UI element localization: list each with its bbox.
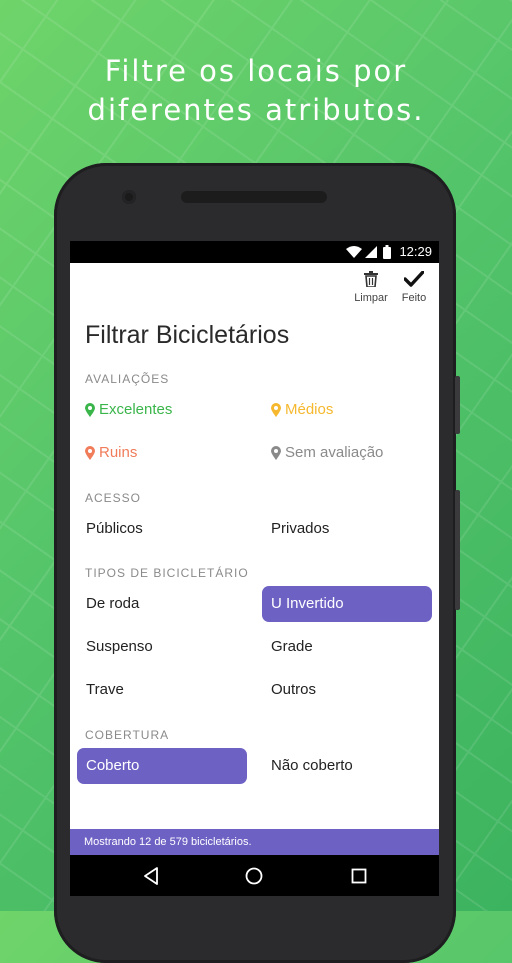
filter-private[interactable]: Privados: [271, 511, 329, 547]
map-pin-icon: [271, 446, 281, 461]
clear-label: Limpar: [354, 292, 388, 304]
app-screen: 12:29 Limpar Feito Filtrar Bicicletários…: [70, 241, 439, 896]
filter-inverted-u[interactable]: U Invertido: [262, 586, 432, 622]
results-footer: Mostrando 12 de 579 bicicletários.: [70, 829, 439, 855]
filter-others[interactable]: Outros: [271, 672, 316, 708]
recents-icon[interactable]: [351, 868, 367, 884]
filter-excellent-label: Excelentes: [99, 401, 173, 418]
filter-unrated-label: Sem avaliação: [285, 444, 384, 461]
filter-grid[interactable]: Grade: [271, 629, 313, 665]
section-title-cover: COBERTURA: [85, 728, 170, 742]
clear-button[interactable]: Limpar: [348, 271, 394, 304]
battery-icon: [383, 245, 391, 259]
filter-public[interactable]: Públicos: [86, 511, 143, 547]
status-time: 12:29: [399, 244, 432, 259]
filter-suspended[interactable]: Suspenso: [86, 629, 153, 665]
done-label: Feito: [401, 292, 427, 304]
page-title: Filtrar Bicicletários: [85, 321, 290, 349]
headline-line-1: Filtre os locais por: [104, 54, 408, 88]
home-icon[interactable]: [245, 867, 263, 885]
filter-uncovered[interactable]: Não coberto: [271, 748, 353, 784]
map-pin-icon: [85, 403, 95, 418]
results-count-text: Mostrando 12 de 579 bicicletários.: [84, 836, 252, 848]
map-pin-icon: [85, 446, 95, 461]
filter-unrated[interactable]: Sem avaliação: [271, 435, 383, 471]
volume-button: [455, 376, 460, 434]
filter-medium[interactable]: Médios: [271, 392, 333, 428]
filter-covered[interactable]: Coberto: [77, 748, 247, 784]
done-button[interactable]: Feito: [396, 270, 432, 304]
earpiece-speaker: [181, 191, 327, 203]
trash-icon: [364, 271, 378, 288]
front-camera: [122, 190, 136, 204]
filter-trave[interactable]: Trave: [86, 672, 124, 708]
signal-icon: [365, 246, 377, 258]
android-nav-bar: [70, 855, 439, 896]
headline-line-2: diferentes atributos.: [87, 93, 425, 127]
section-title-ratings: AVALIAÇÕES: [85, 372, 170, 386]
filter-bad-label: Ruins: [99, 444, 138, 461]
filter-bad[interactable]: Ruins: [85, 435, 137, 471]
section-title-types: TIPOS DE BICICLETÁRIO: [85, 566, 249, 580]
map-pin-icon: [271, 403, 281, 418]
promo-headline: Filtre os locais por diferentes atributo…: [0, 52, 512, 130]
checkmark-icon: [403, 270, 425, 287]
power-button: [455, 490, 460, 610]
status-bar: 12:29: [70, 241, 439, 263]
section-title-access: ACESSO: [85, 491, 142, 505]
wifi-icon: [346, 246, 362, 258]
filter-excellent[interactable]: Excelentes: [85, 392, 172, 428]
filter-wheel[interactable]: De roda: [86, 586, 139, 622]
back-icon[interactable]: [143, 867, 159, 885]
filter-medium-label: Médios: [285, 401, 334, 418]
